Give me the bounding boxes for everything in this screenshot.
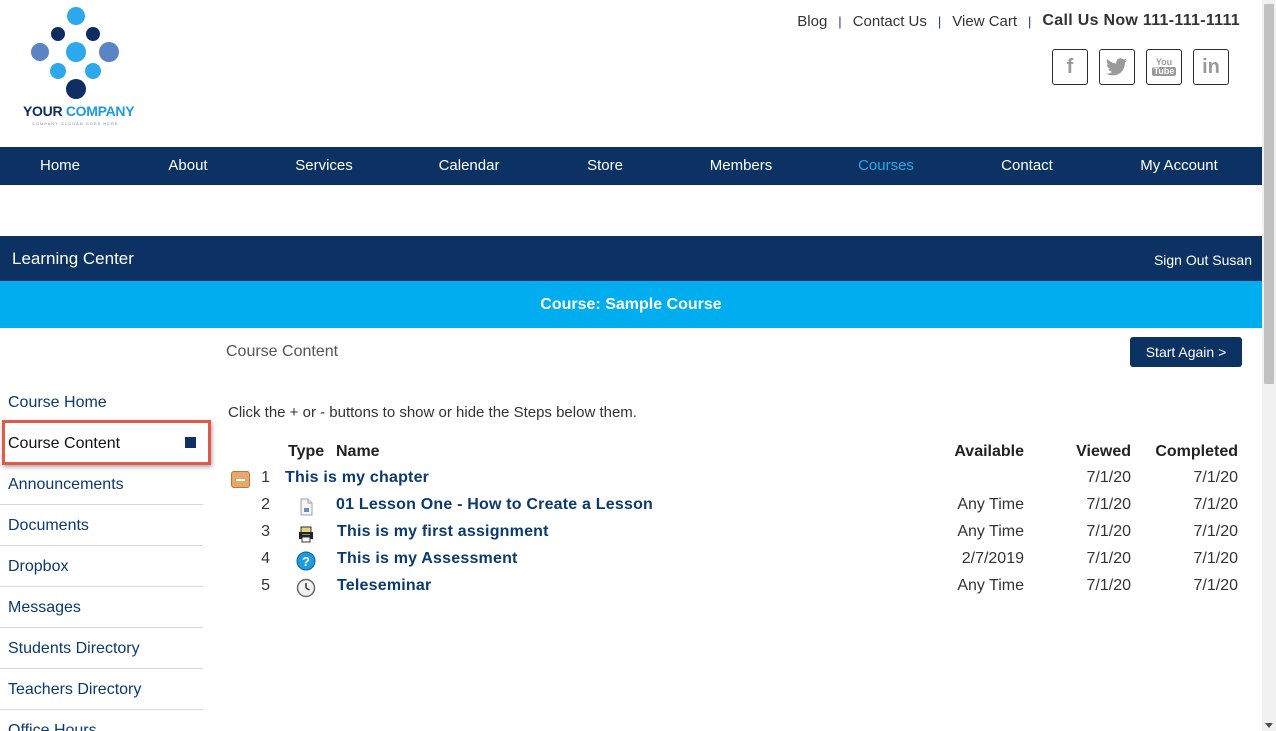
blog-link[interactable]: Blog [797, 13, 827, 30]
facebook-icon[interactable]: f [1052, 49, 1088, 85]
nav-my-account[interactable]: My Account [1140, 147, 1218, 185]
collapse-icon[interactable] [231, 471, 250, 488]
youtube-glyph-bottom: Tube [1151, 66, 1177, 76]
completed-date: 7/1/20 [1193, 577, 1238, 594]
nav-contact[interactable]: Contact [1001, 147, 1053, 185]
nav-about[interactable]: About [168, 147, 207, 185]
nav-calendar[interactable]: Calendar [439, 147, 500, 185]
completed-date: 7/1/20 [1193, 496, 1238, 513]
step-name-link[interactable]: 01 Lesson One - How to Create a Lesson [336, 496, 653, 514]
social-links: f You Tube in [1052, 49, 1229, 85]
viewed-date: 7/1/20 [1086, 496, 1131, 513]
sidebar-item-students-directory[interactable]: Students Directory [0, 628, 203, 669]
contact-us-link[interactable]: Contact Us [853, 13, 927, 30]
table-row: 4 ? This is my Assessment 2/7/2019 7/1/2… [0, 550, 1262, 577]
logo-slogan: COMPANY SLOGAN GOES HERE [32, 121, 119, 126]
separator: | [838, 13, 842, 29]
logo-text: YOUR COMPANY [23, 103, 135, 119]
row-number: 4 [261, 550, 270, 567]
available-value: 2/7/2019 [961, 550, 1024, 567]
viewed-date: 7/1/20 [1086, 523, 1131, 540]
course-title-bar: Course: Sample Course [0, 281, 1262, 328]
nav-services[interactable]: Services [295, 147, 353, 185]
separator: | [1028, 13, 1032, 29]
completed-date: 7/1/20 [1193, 469, 1238, 486]
viewed-date: 7/1/20 [1086, 550, 1131, 567]
twitter-icon[interactable] [1099, 49, 1135, 85]
learning-center-title: Learning Center [12, 249, 134, 268]
header-completed: Completed [1155, 443, 1238, 460]
table-row: 1 This is my chapter 7/1/20 7/1/20 [0, 469, 1262, 496]
company-logo[interactable]: YOUR COMPANY COMPANY SLOGAN GOES HERE [20, 5, 140, 127]
row-number: 5 [261, 577, 270, 594]
step-name-link[interactable]: This is my Assessment [337, 550, 518, 568]
table-row: 5 Teleseminar Any Time 7/1/20 7/1/20 [0, 577, 1262, 604]
available-value: Any Time [957, 523, 1024, 540]
table-row: 2 01 Lesson One - How to Create a Lesson… [0, 496, 1262, 523]
linkedin-glyph: in [1202, 55, 1220, 78]
available-value: Any Time [957, 577, 1024, 594]
sign-out-link[interactable]: Sign Out Susan [1154, 252, 1252, 268]
viewed-date: 7/1/20 [1086, 577, 1131, 594]
view-cart-link[interactable]: View Cart [952, 13, 1017, 30]
youtube-icon[interactable]: You Tube [1146, 49, 1182, 85]
viewed-date: 7/1/20 [1086, 469, 1131, 486]
sidebar-item-teachers-directory[interactable]: Teachers Directory [0, 669, 203, 710]
available-value: Any Time [957, 496, 1024, 513]
row-number: 2 [261, 496, 270, 513]
page-scrollbar[interactable] [1262, 0, 1276, 731]
separator: | [937, 13, 942, 29]
row-number: 1 [261, 469, 270, 486]
printer-icon [299, 526, 313, 543]
question-icon: ? [296, 551, 316, 571]
sidebar-item-course-home[interactable]: Course Home [0, 382, 203, 423]
header-name: Name [336, 443, 380, 460]
clock-icon [296, 578, 316, 598]
header-type: Type [288, 443, 325, 460]
row-number: 3 [261, 523, 270, 540]
step-name-link[interactable]: Teleseminar [337, 577, 431, 595]
table-row: 3 This is my first assignment Any Time 7… [0, 523, 1262, 550]
instructions-text: Click the + or - buttons to show or hide… [228, 404, 637, 421]
completed-date: 7/1/20 [1193, 523, 1238, 540]
nav-members[interactable]: Members [710, 147, 773, 185]
sidebar-item-course-content[interactable]: Course Content [0, 423, 203, 464]
nav-home[interactable]: Home [40, 147, 80, 185]
sidebar-item-office-hours[interactable]: Office Hours [0, 710, 203, 731]
active-marker-icon [185, 437, 196, 448]
nav-store[interactable]: Store [587, 147, 623, 185]
scroll-down-arrow-icon[interactable] [1265, 723, 1273, 728]
call-us-text: Call Us Now 111-111-1111 [1042, 12, 1240, 29]
learning-center-bar: Learning Center Sign Out Susan [0, 236, 1262, 281]
nav-courses[interactable]: Courses [858, 147, 914, 185]
step-name-link[interactable]: This is my chapter [285, 469, 429, 487]
logo-mark-icon [31, 7, 119, 99]
completed-date: 7/1/20 [1193, 550, 1238, 567]
start-again-button[interactable]: Start Again > [1130, 337, 1242, 367]
facebook-glyph: f [1066, 55, 1074, 78]
top-links: Blog | Contact Us | View Cart | Call Us … [797, 12, 1240, 30]
main-nav: Home About Services Calendar Store Membe… [0, 147, 1262, 185]
header-viewed: Viewed [1076, 443, 1131, 460]
linkedin-icon[interactable]: in [1193, 49, 1229, 85]
sidebar-item-label: Course Content [8, 435, 121, 452]
svg-text:?: ? [302, 554, 310, 569]
step-name-link[interactable]: This is my first assignment [337, 523, 549, 541]
document-icon [300, 498, 313, 516]
twitter-bird-icon [1106, 58, 1127, 76]
scrollbar-thumb[interactable] [1264, 4, 1274, 384]
page-title: Course Content [226, 343, 339, 360]
header-available: Available [954, 443, 1024, 460]
